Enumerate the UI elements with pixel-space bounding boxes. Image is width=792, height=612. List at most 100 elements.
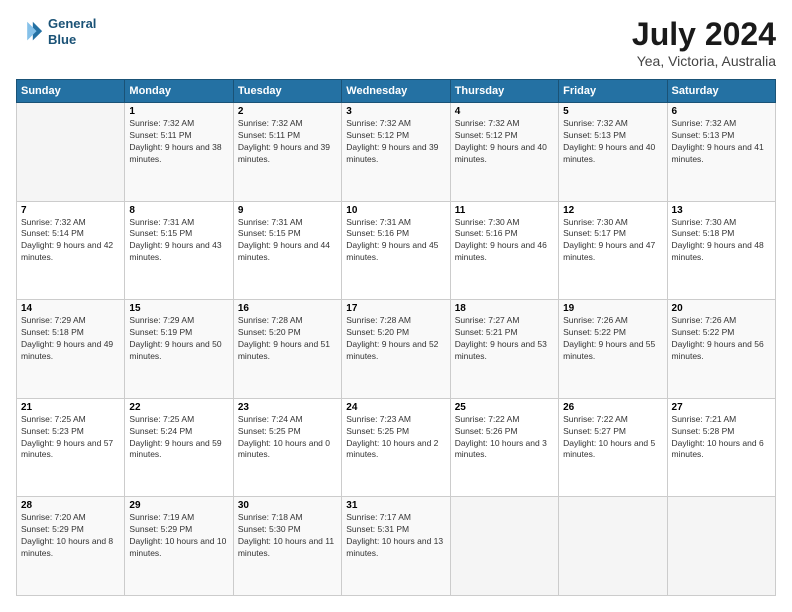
sunset-text: Sunset: 5:11 PM	[238, 130, 337, 142]
day-number: 2	[238, 106, 337, 117]
daylight-text: Daylight: 9 hours and 40 minutes.	[455, 142, 554, 166]
daylight-text: Daylight: 9 hours and 55 minutes.	[563, 339, 662, 363]
header: General Blue July 2024 Yea, Victoria, Au…	[16, 16, 776, 69]
calendar-cell: 23 Sunrise: 7:24 AM Sunset: 5:25 PM Dayl…	[233, 398, 341, 497]
sunrise-text: Sunrise: 7:19 AM	[129, 512, 228, 524]
sunset-text: Sunset: 5:22 PM	[563, 327, 662, 339]
sunrise-text: Sunrise: 7:29 AM	[21, 315, 120, 327]
day-number: 19	[563, 303, 662, 314]
sunset-text: Sunset: 5:30 PM	[238, 524, 337, 536]
daylight-text: Daylight: 9 hours and 41 minutes.	[672, 142, 771, 166]
sunset-text: Sunset: 5:13 PM	[563, 130, 662, 142]
sunset-text: Sunset: 5:22 PM	[672, 327, 771, 339]
logo-line1: General	[48, 16, 96, 32]
calendar-cell: 21 Sunrise: 7:25 AM Sunset: 5:23 PM Dayl…	[17, 398, 125, 497]
sunrise-text: Sunrise: 7:31 AM	[238, 217, 337, 229]
sunset-text: Sunset: 5:15 PM	[129, 228, 228, 240]
day-number: 16	[238, 303, 337, 314]
day-number: 18	[455, 303, 554, 314]
day-info: Sunrise: 7:32 AM Sunset: 5:13 PM Dayligh…	[563, 118, 662, 166]
day-header-tuesday: Tuesday	[233, 80, 341, 103]
day-number: 27	[672, 402, 771, 413]
daylight-text: Daylight: 10 hours and 3 minutes.	[455, 438, 554, 462]
sub-title: Yea, Victoria, Australia	[632, 53, 776, 69]
calendar-cell: 1 Sunrise: 7:32 AM Sunset: 5:11 PM Dayli…	[125, 103, 233, 202]
day-info: Sunrise: 7:30 AM Sunset: 5:17 PM Dayligh…	[563, 217, 662, 265]
day-info: Sunrise: 7:27 AM Sunset: 5:21 PM Dayligh…	[455, 315, 554, 363]
sunset-text: Sunset: 5:31 PM	[346, 524, 445, 536]
calendar-cell: 22 Sunrise: 7:25 AM Sunset: 5:24 PM Dayl…	[125, 398, 233, 497]
sunset-text: Sunset: 5:17 PM	[563, 228, 662, 240]
day-number: 13	[672, 205, 771, 216]
calendar-cell: 9 Sunrise: 7:31 AM Sunset: 5:15 PM Dayli…	[233, 201, 341, 300]
daylight-text: Daylight: 9 hours and 39 minutes.	[346, 142, 445, 166]
sunrise-text: Sunrise: 7:18 AM	[238, 512, 337, 524]
calendar-cell: 12 Sunrise: 7:30 AM Sunset: 5:17 PM Dayl…	[559, 201, 667, 300]
day-info: Sunrise: 7:29 AM Sunset: 5:19 PM Dayligh…	[129, 315, 228, 363]
daylight-text: Daylight: 9 hours and 57 minutes.	[21, 438, 120, 462]
sunrise-text: Sunrise: 7:24 AM	[238, 414, 337, 426]
calendar-week-row: 7 Sunrise: 7:32 AM Sunset: 5:14 PM Dayli…	[17, 201, 776, 300]
day-number: 1	[129, 106, 228, 117]
day-number: 28	[21, 500, 120, 511]
sunrise-text: Sunrise: 7:32 AM	[21, 217, 120, 229]
daylight-text: Daylight: 10 hours and 13 minutes.	[346, 536, 445, 560]
day-number: 14	[21, 303, 120, 314]
sunrise-text: Sunrise: 7:31 AM	[129, 217, 228, 229]
calendar-cell: 6 Sunrise: 7:32 AM Sunset: 5:13 PM Dayli…	[667, 103, 775, 202]
day-header-saturday: Saturday	[667, 80, 775, 103]
sunrise-text: Sunrise: 7:28 AM	[346, 315, 445, 327]
day-number: 6	[672, 106, 771, 117]
daylight-text: Daylight: 10 hours and 8 minutes.	[21, 536, 120, 560]
calendar-week-row: 14 Sunrise: 7:29 AM Sunset: 5:18 PM Dayl…	[17, 300, 776, 399]
sunrise-text: Sunrise: 7:30 AM	[455, 217, 554, 229]
daylight-text: Daylight: 10 hours and 6 minutes.	[672, 438, 771, 462]
sunrise-text: Sunrise: 7:29 AM	[129, 315, 228, 327]
day-number: 26	[563, 402, 662, 413]
calendar-cell: 19 Sunrise: 7:26 AM Sunset: 5:22 PM Dayl…	[559, 300, 667, 399]
calendar-cell: 31 Sunrise: 7:17 AM Sunset: 5:31 PM Dayl…	[342, 497, 450, 596]
calendar-cell: 17 Sunrise: 7:28 AM Sunset: 5:20 PM Dayl…	[342, 300, 450, 399]
calendar-cell: 3 Sunrise: 7:32 AM Sunset: 5:12 PM Dayli…	[342, 103, 450, 202]
day-number: 24	[346, 402, 445, 413]
day-info: Sunrise: 7:18 AM Sunset: 5:30 PM Dayligh…	[238, 512, 337, 560]
page: General Blue July 2024 Yea, Victoria, Au…	[0, 0, 792, 612]
day-info: Sunrise: 7:26 AM Sunset: 5:22 PM Dayligh…	[672, 315, 771, 363]
sunset-text: Sunset: 5:16 PM	[455, 228, 554, 240]
day-info: Sunrise: 7:22 AM Sunset: 5:26 PM Dayligh…	[455, 414, 554, 462]
daylight-text: Daylight: 9 hours and 46 minutes.	[455, 240, 554, 264]
day-number: 23	[238, 402, 337, 413]
day-info: Sunrise: 7:28 AM Sunset: 5:20 PM Dayligh…	[346, 315, 445, 363]
sunrise-text: Sunrise: 7:28 AM	[238, 315, 337, 327]
sunset-text: Sunset: 5:15 PM	[238, 228, 337, 240]
sunset-text: Sunset: 5:20 PM	[238, 327, 337, 339]
sunrise-text: Sunrise: 7:26 AM	[563, 315, 662, 327]
sunrise-text: Sunrise: 7:32 AM	[238, 118, 337, 130]
day-info: Sunrise: 7:24 AM Sunset: 5:25 PM Dayligh…	[238, 414, 337, 462]
sunset-text: Sunset: 5:26 PM	[455, 426, 554, 438]
logo: General Blue	[16, 16, 96, 47]
day-info: Sunrise: 7:19 AM Sunset: 5:29 PM Dayligh…	[129, 512, 228, 560]
day-number: 8	[129, 205, 228, 216]
day-info: Sunrise: 7:32 AM Sunset: 5:11 PM Dayligh…	[238, 118, 337, 166]
day-number: 21	[21, 402, 120, 413]
sunrise-text: Sunrise: 7:30 AM	[563, 217, 662, 229]
day-info: Sunrise: 7:25 AM Sunset: 5:24 PM Dayligh…	[129, 414, 228, 462]
sunset-text: Sunset: 5:18 PM	[672, 228, 771, 240]
calendar-cell: 14 Sunrise: 7:29 AM Sunset: 5:18 PM Dayl…	[17, 300, 125, 399]
sunrise-text: Sunrise: 7:30 AM	[672, 217, 771, 229]
daylight-text: Daylight: 9 hours and 47 minutes.	[563, 240, 662, 264]
daylight-text: Daylight: 9 hours and 52 minutes.	[346, 339, 445, 363]
calendar-cell: 8 Sunrise: 7:31 AM Sunset: 5:15 PM Dayli…	[125, 201, 233, 300]
calendar-cell	[559, 497, 667, 596]
day-number: 25	[455, 402, 554, 413]
sunset-text: Sunset: 5:23 PM	[21, 426, 120, 438]
day-info: Sunrise: 7:25 AM Sunset: 5:23 PM Dayligh…	[21, 414, 120, 462]
calendar-cell: 5 Sunrise: 7:32 AM Sunset: 5:13 PM Dayli…	[559, 103, 667, 202]
day-number: 20	[672, 303, 771, 314]
calendar-week-row: 28 Sunrise: 7:20 AM Sunset: 5:29 PM Dayl…	[17, 497, 776, 596]
calendar-cell: 24 Sunrise: 7:23 AM Sunset: 5:25 PM Dayl…	[342, 398, 450, 497]
daylight-text: Daylight: 9 hours and 48 minutes.	[672, 240, 771, 264]
day-number: 10	[346, 205, 445, 216]
sunrise-text: Sunrise: 7:22 AM	[563, 414, 662, 426]
